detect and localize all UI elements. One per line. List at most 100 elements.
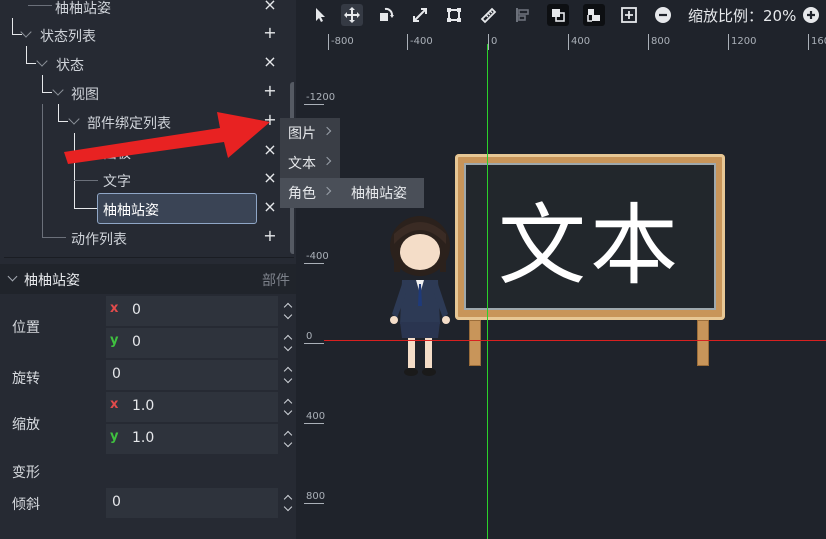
y-axis-label: y [110, 333, 119, 348]
ruler-tick [304, 503, 324, 504]
add-icon[interactable]: + [262, 23, 278, 42]
skew-value: 0 [112, 494, 121, 510]
zoom-out-icon[interactable] [652, 4, 674, 26]
scale-x-field[interactable]: x 1.0 [106, 392, 278, 422]
menu-item-image[interactable]: 图片 [280, 118, 340, 148]
tree-item[interactable]: 状态列表 + [4, 22, 288, 50]
pointer-icon[interactable] [309, 4, 331, 26]
ruler-label: -1200 [306, 92, 336, 103]
ruler-label: -400 [410, 36, 433, 47]
scale-y-stepper[interactable] [281, 424, 295, 454]
layer-back-icon[interactable] [583, 4, 605, 26]
ruler-tick [808, 34, 809, 50]
chevron-down-icon[interactable] [7, 271, 18, 282]
menu-item-label: 文本 [288, 156, 316, 172]
rotation-field[interactable]: 0 [106, 360, 278, 390]
board-sprite[interactable]: 文本 [455, 154, 725, 320]
scale-x-stepper[interactable] [281, 392, 295, 422]
remove-icon[interactable]: × [262, 197, 278, 216]
add-icon[interactable]: + [262, 81, 278, 100]
layer-front-icon[interactable] [547, 4, 569, 26]
chevron-right-icon [322, 126, 332, 136]
chevron-down-icon[interactable] [283, 438, 293, 448]
scene-canvas[interactable]: -800 -400 0 400 800 1200 160 -1200 -400 … [296, 30, 826, 539]
menu-item-label: 角色 [288, 186, 316, 202]
board-panel: 文本 [464, 163, 716, 310]
skew-stepper[interactable] [281, 488, 295, 518]
board-leg [469, 320, 481, 366]
zoom-level: 缩放比例：20% [688, 7, 797, 25]
ruler-tick [304, 423, 324, 424]
chevron-down-icon[interactable] [20, 26, 32, 38]
scale-y-value: 1.0 [132, 430, 155, 446]
ruler-label: 400 [306, 411, 326, 422]
frame-icon[interactable] [443, 4, 465, 26]
ruler-tick [328, 34, 329, 50]
position-y-field[interactable]: y 0 [106, 328, 278, 358]
tree-item[interactable]: 视图 + [4, 80, 288, 108]
fit-icon[interactable] [618, 4, 640, 26]
deform-label: 变形 [12, 465, 40, 481]
add-icon[interactable]: + [262, 226, 278, 245]
properties-header[interactable]: 柚柚站姿 部件 [0, 264, 296, 294]
properties-type-tag: 部件 [262, 273, 290, 289]
tree-item-label: 柚柚站姿 [103, 203, 159, 219]
remove-icon[interactable]: × [262, 168, 278, 187]
tree-item-label: 柚柚站姿 [55, 1, 111, 17]
remove-icon[interactable]: × [262, 0, 278, 14]
position-y-stepper[interactable] [281, 328, 295, 358]
tree-item-selected[interactable]: 柚柚站姿 × [4, 196, 288, 224]
left-panel: 柚柚站姿 × 状态列表 + 状态 × 视图 + 部件绑定列表 + 面板 × 文字 [0, 0, 296, 539]
position-x-field[interactable]: x 0 [106, 296, 278, 326]
board-text[interactable]: 文本 [466, 175, 714, 302]
tree-item[interactable]: 状态 × [4, 51, 288, 79]
chevron-right-icon [322, 186, 332, 196]
rotation-stepper[interactable] [281, 360, 295, 390]
ruler-tick [304, 263, 324, 264]
ruler-label: 0 [306, 331, 313, 342]
zoom-in-icon[interactable] [800, 4, 822, 26]
ruler-label: 800 [651, 36, 671, 47]
position-label: 位置 [12, 320, 40, 336]
menu-item-character[interactable]: 角色 [280, 178, 340, 208]
character-submenu[interactable]: 柚柚站姿 [340, 178, 424, 208]
tree-item-label: 文字 [103, 174, 131, 190]
character-sprite[interactable] [380, 214, 460, 384]
x-axis-label: x [110, 301, 119, 316]
ruler-label: 800 [306, 491, 326, 502]
chevron-down-icon[interactable] [283, 406, 293, 416]
ruler-label: -800 [331, 36, 354, 47]
position-x-stepper[interactable] [281, 296, 295, 326]
rotate-icon[interactable] [375, 4, 397, 26]
skew-label: 倾斜 [12, 497, 40, 513]
ruler-tick [728, 34, 729, 50]
properties-title: 柚柚站姿 [24, 273, 80, 289]
scale-y-field[interactable]: y 1.0 [106, 424, 278, 454]
chevron-down-icon[interactable] [283, 310, 293, 320]
tree-item[interactable]: 文字 × [4, 167, 288, 195]
remove-icon[interactable]: × [262, 52, 278, 71]
move-icon[interactable] [341, 4, 363, 26]
ruler-tick [648, 34, 649, 50]
position-y-value: 0 [132, 334, 141, 350]
menu-item-text[interactable]: 文本 [280, 148, 340, 178]
tree-item[interactable]: 柚柚站姿 × [4, 0, 288, 22]
ruler-horizontal: -800 -400 0 400 800 1200 160 [324, 30, 826, 50]
ruler-tick [568, 34, 569, 50]
skew-field[interactable]: 0 [106, 488, 278, 518]
ruler-tick [488, 34, 489, 50]
chevron-down-icon[interactable] [283, 342, 293, 352]
tree-item-label: 状态 [56, 58, 84, 74]
chevron-down-icon[interactable] [36, 55, 48, 67]
tree-item[interactable]: 动作列表 + [4, 225, 288, 253]
position-x-value: 0 [132, 302, 141, 318]
x-axis-line [324, 340, 826, 341]
ruler-icon[interactable] [477, 4, 499, 26]
ruler-label: 1200 [731, 36, 757, 47]
rotation-label: 旋转 [12, 371, 40, 387]
chevron-down-icon[interactable] [283, 374, 293, 384]
align-icon[interactable] [511, 4, 533, 26]
chevron-down-icon[interactable] [52, 84, 64, 96]
chevron-down-icon[interactable] [283, 502, 293, 512]
scale-icon[interactable] [409, 4, 431, 26]
